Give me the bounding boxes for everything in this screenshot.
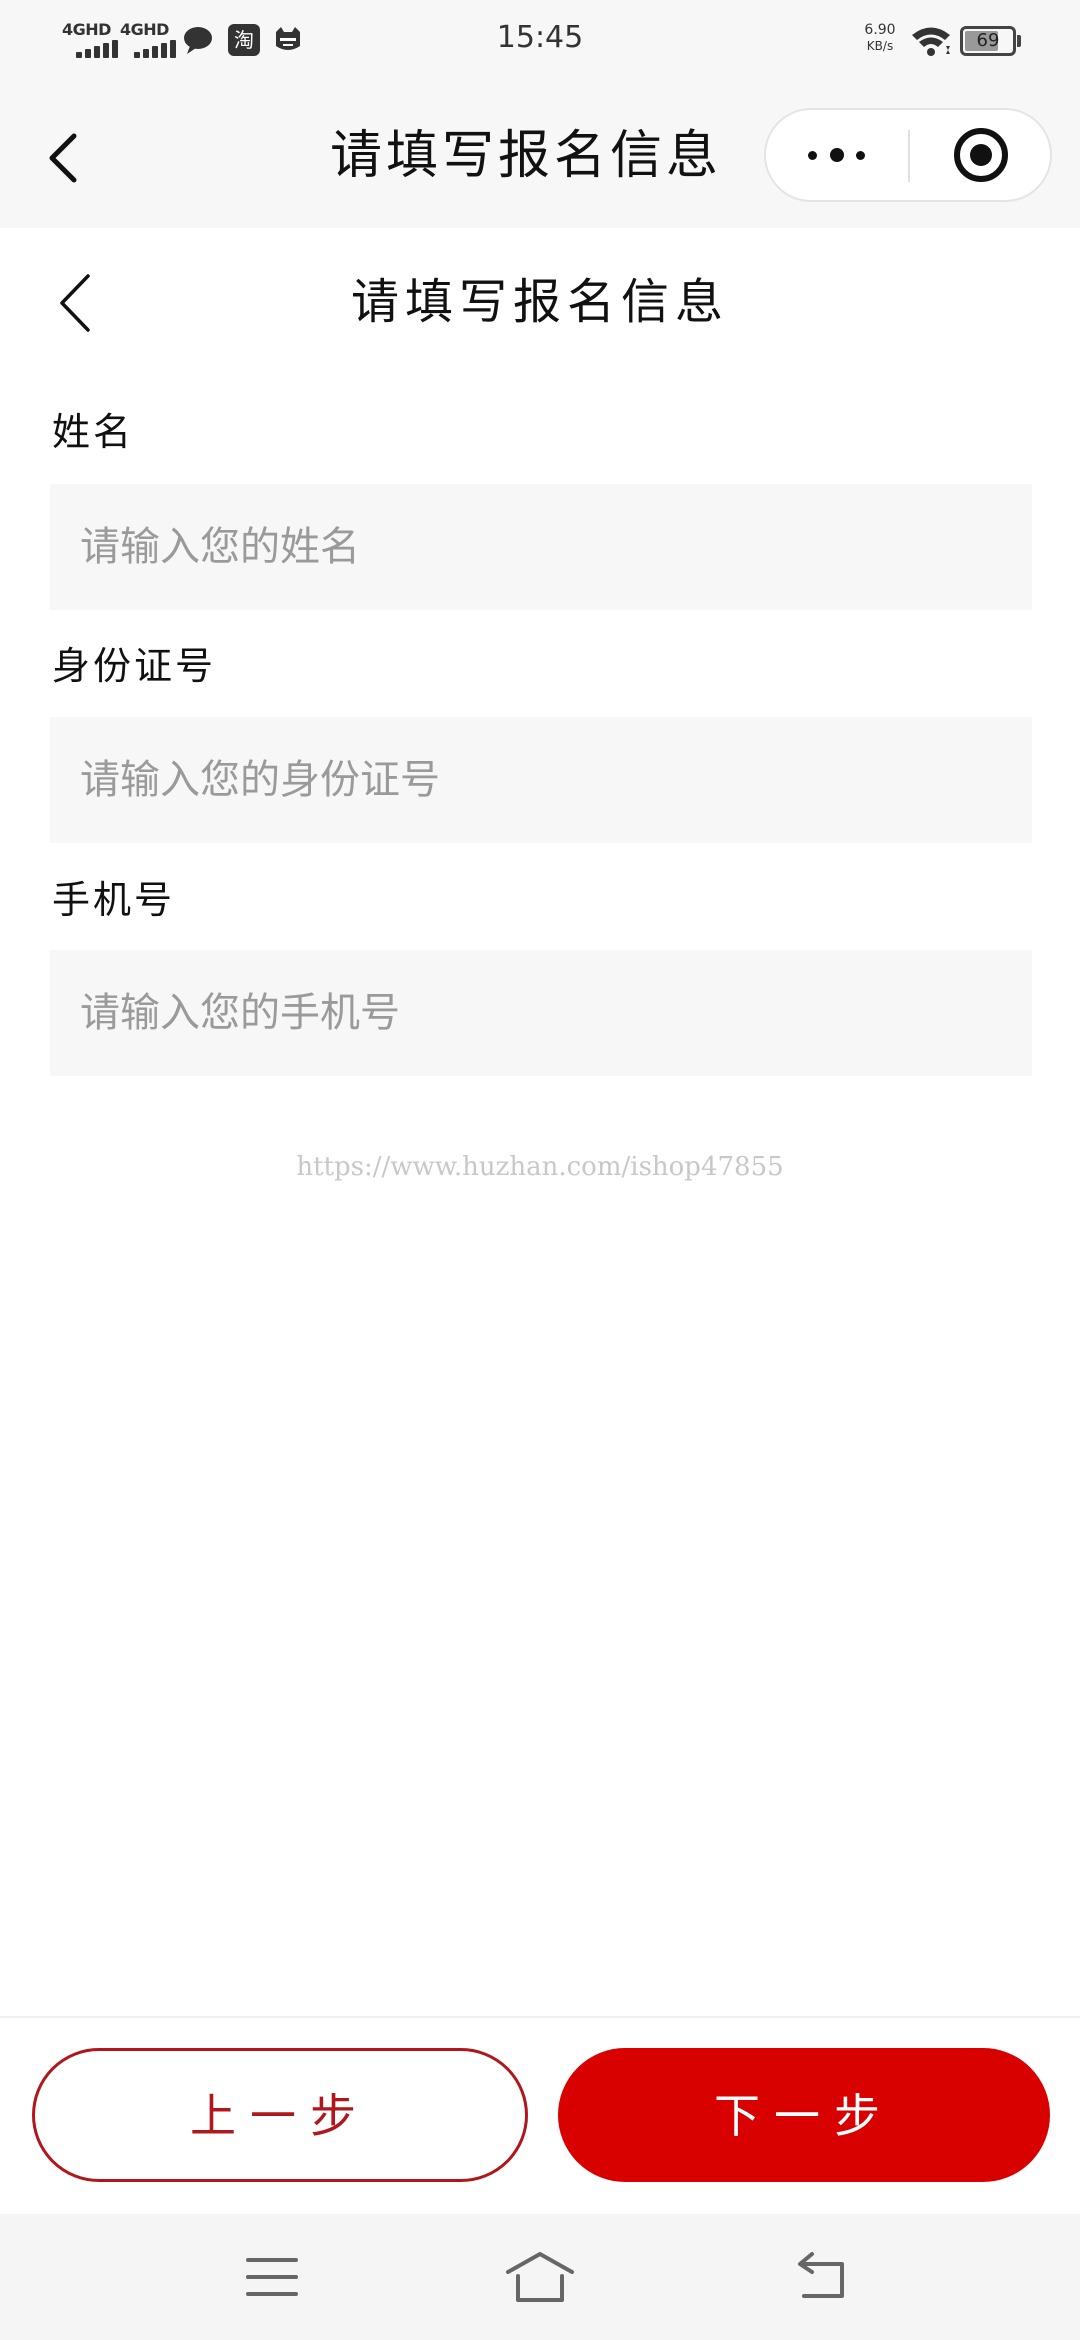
more-dots-icon[interactable] [766, 110, 908, 200]
system-nav-bar [0, 2214, 1080, 2340]
close-target-icon[interactable] [910, 110, 1052, 200]
phone-input[interactable] [50, 950, 1032, 1076]
page-title: 请填写报名信息 [350, 274, 729, 330]
speed-unit: KB/s [866, 39, 894, 53]
bottom-divider [0, 2016, 1080, 2018]
previous-step-button[interactable]: 上一步 [32, 2048, 528, 2182]
mini-program-nav-bar: 请填写报名信息 [0, 80, 1080, 228]
next-step-button[interactable]: 下一步 [558, 2048, 1050, 2182]
capsule-menu [764, 108, 1052, 202]
network-speed: 6.90 KB/s [858, 22, 902, 54]
wifi-icon [912, 27, 950, 56]
home-icon[interactable] [500, 2242, 580, 2312]
battery-level: 69 [976, 30, 1000, 51]
id-number-input[interactable] [50, 717, 1032, 843]
speed-value: 6.90 [864, 22, 896, 38]
status-bar: 4GHD 4GHD 淘 15:45 6.90 KB/s 69 [0, 0, 1080, 80]
battery-icon: 69 [960, 26, 1016, 56]
nav-title: 请填写报名信息 [330, 126, 723, 186]
id-number-label: 身份证号 [52, 644, 217, 688]
name-label: 姓名 [52, 410, 135, 454]
return-icon[interactable] [784, 2242, 864, 2312]
name-input[interactable] [50, 484, 1032, 610]
watermark-url: https://www.huzhan.com/ishop47855 [296, 1152, 784, 1182]
phone-label: 手机号 [52, 878, 176, 922]
back-chevron-icon[interactable] [44, 130, 84, 186]
menu-icon[interactable] [232, 2242, 312, 2312]
